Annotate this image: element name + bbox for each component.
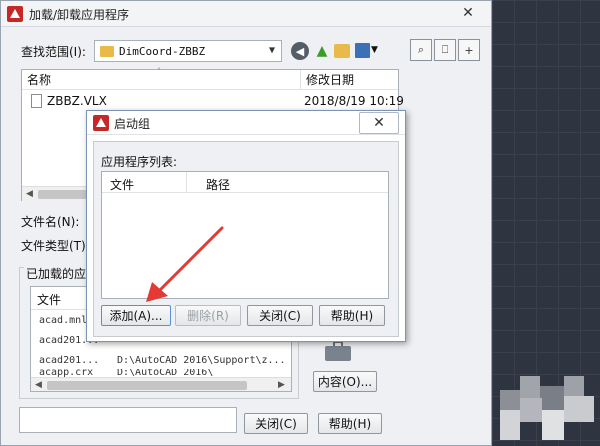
- startup-title: 启动组: [114, 117, 151, 131]
- lookin-folder-value: DimCoord-ZBBZ: [119, 44, 206, 58]
- document-icon: [31, 94, 42, 108]
- dialog-title: 加载/卸载应用程序: [29, 8, 130, 22]
- file-row[interactable]: ZBBZ.VLX 2018/8/19 10:19: [22, 92, 404, 110]
- sort-arrow-icon: ˄: [157, 67, 161, 76]
- close-button[interactable]: 关闭(C): [244, 413, 308, 434]
- filename-label: 文件名(N):: [21, 215, 80, 229]
- folder-icon: [100, 45, 114, 57]
- loaded-row-path: D:\AutoCAD 2016\Support\z...: [117, 355, 286, 366]
- remove-button[interactable]: 删除(R): [175, 305, 241, 326]
- scroll-right-icon[interactable]: ▶: [278, 380, 285, 390]
- add-button[interactable]: 添加(A)...: [101, 305, 171, 326]
- startup-help-button[interactable]: 帮助(H): [319, 305, 385, 326]
- views-menu-icon[interactable]: [355, 43, 370, 58]
- views-dropdown-icon[interactable]: ▼: [371, 45, 378, 55]
- column-header-name[interactable]: 名称: [22, 70, 300, 90]
- lookin-combobox[interactable]: DimCoord-ZBBZ ▼: [94, 40, 282, 62]
- header-divider: [102, 192, 388, 193]
- loaded-row[interactable]: acad201... D:\AutoCAD 2016\Support\z...: [31, 353, 291, 369]
- lookin-label: 查找范围(I):: [21, 45, 86, 59]
- close-window-button[interactable]: ✕: [453, 3, 483, 23]
- up-folder-icon[interactable]: ▲: [313, 42, 331, 60]
- close-window-button[interactable]: ✕: [359, 112, 399, 134]
- add-to-favorites-icon[interactable]: +: [458, 39, 480, 61]
- file-modified: 2018/8/19 10:19: [304, 94, 404, 108]
- back-icon[interactable]: ◀: [291, 42, 309, 60]
- locations-icon[interactable]: ⎕: [434, 39, 456, 61]
- startup-titlebar: 启动组 ✕: [87, 111, 405, 135]
- scroll-thumb[interactable]: [38, 190, 88, 199]
- filetype-label: 文件类型(T):: [21, 239, 90, 253]
- application-list[interactable]: 文件 路径: [101, 171, 389, 299]
- column-separator: [186, 172, 187, 192]
- scroll-left-icon[interactable]: ◀: [35, 380, 42, 390]
- loaded-row-file: acad201...: [39, 355, 100, 366]
- contents-button[interactable]: 内容(O)...: [313, 371, 377, 392]
- column-header-modified[interactable]: 修改日期: [301, 70, 398, 90]
- help-button[interactable]: 帮助(H): [318, 413, 382, 434]
- column-header-path[interactable]: 路径: [206, 176, 230, 193]
- dialog-titlebar: 加载/卸载应用程序 ✕: [1, 1, 491, 27]
- startup-suite-dialog: 启动组 ✕ 应用程序列表: 文件 路径 添加(A)... 删除(R) 关闭(C)…: [86, 110, 406, 342]
- scroll-left-icon[interactable]: ◀: [26, 189, 33, 199]
- pixelated-watermark: [500, 376, 600, 446]
- new-folder-icon[interactable]: [334, 44, 350, 58]
- column-header-file[interactable]: 文件: [110, 176, 134, 193]
- file-name: ZBBZ.VLX: [47, 94, 107, 108]
- find-icon[interactable]: ⌕: [410, 39, 432, 61]
- chevron-down-icon: ▼: [268, 45, 275, 56]
- loaded-column-header-file[interactable]: 文件: [37, 291, 61, 308]
- status-field: [19, 407, 237, 433]
- app-list-label: 应用程序列表:: [101, 155, 178, 169]
- loaded-row-file: acad.mnl: [39, 315, 88, 326]
- loaded-horizontal-scrollbar[interactable]: ◀ ▶: [31, 377, 291, 391]
- scroll-thumb[interactable]: [47, 381, 247, 390]
- briefcase-icon: [325, 341, 351, 361]
- autocad-app-icon: [93, 115, 109, 131]
- autocad-app-icon: [7, 6, 23, 22]
- startup-close-button[interactable]: 关闭(C): [247, 305, 313, 326]
